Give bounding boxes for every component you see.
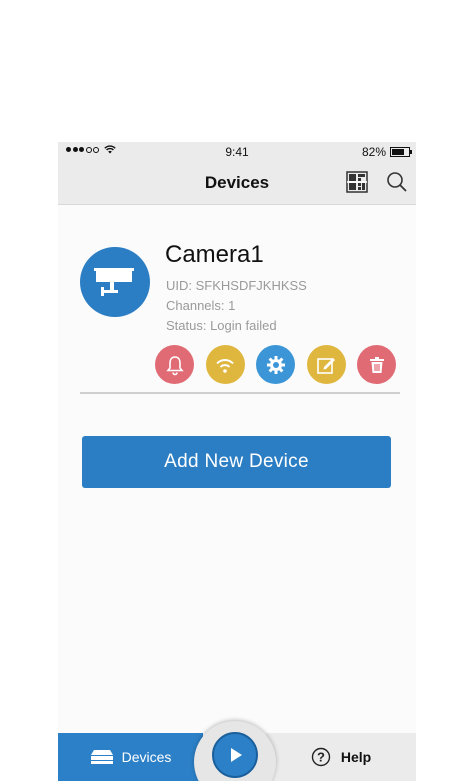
live-view-tab[interactable] [194, 721, 276, 781]
delete-button[interactable] [357, 345, 396, 384]
device-channels: Channels: 1 [166, 298, 236, 313]
phone-screen: 9:41 82% Devices Camera1 UID: SFKHSDFJKH… [58, 142, 416, 781]
trash-icon [369, 356, 384, 373]
edit-button[interactable] [306, 345, 346, 384]
device-status: Status: Login failed [166, 318, 277, 333]
tab-help[interactable]: ? Help [266, 733, 416, 781]
battery-icon [390, 147, 412, 157]
device-card[interactable]: Camera1 UID: SFKHSDFJKHKSS Channels: 1 S… [80, 237, 400, 394]
battery-indicator: 82% [361, 145, 412, 159]
tab-bar: Devices ? Help [58, 721, 416, 781]
tab-help-label: Help [340, 749, 372, 765]
tab-devices-label: Devices [121, 749, 172, 765]
battery-percent: 82% [361, 145, 386, 159]
devices-tab-icon [90, 750, 113, 764]
svg-text:?: ? [317, 750, 325, 765]
nav-bar: Devices [58, 162, 416, 205]
play-icon [231, 748, 242, 762]
search-icon[interactable] [386, 171, 408, 193]
wifi-icon [216, 358, 234, 373]
card-divider [80, 392, 400, 394]
camera-icon [94, 268, 134, 296]
add-new-device-button[interactable]: Add New Device [82, 436, 391, 488]
status-bar: 9:41 82% [58, 142, 416, 162]
bell-icon [165, 355, 184, 375]
play-button[interactable] [212, 732, 258, 778]
gear-icon [266, 355, 285, 374]
help-icon: ? [311, 747, 331, 767]
wifi-settings-button[interactable] [205, 345, 245, 384]
device-name: Camera1 [165, 241, 264, 268]
tab-devices[interactable]: Devices [58, 733, 203, 781]
qr-scan-icon[interactable] [346, 171, 368, 193]
device-uid: UID: SFKHSDFJKHKSS [166, 278, 307, 293]
camera-avatar [80, 247, 150, 317]
alarm-button[interactable] [155, 345, 194, 384]
edit-icon [317, 357, 335, 374]
settings-button[interactable] [256, 345, 295, 384]
device-actions [155, 345, 396, 384]
